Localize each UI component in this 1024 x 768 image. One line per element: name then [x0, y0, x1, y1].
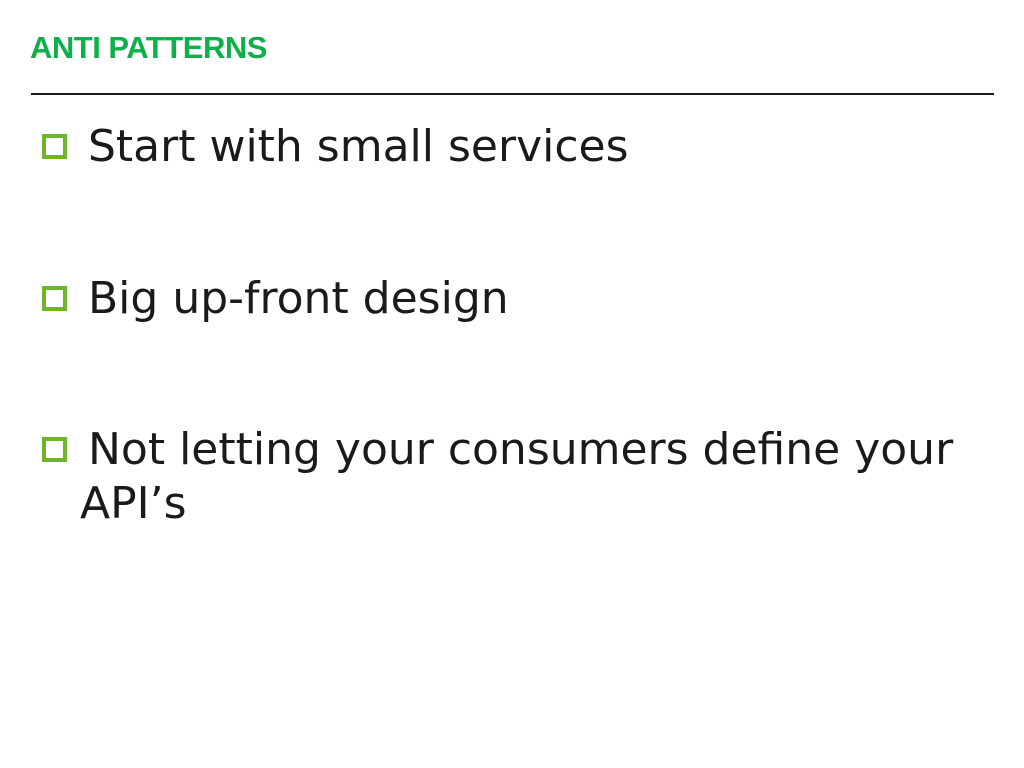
checkbox-icon	[42, 437, 67, 462]
bullet-text: Big up-front design	[88, 273, 509, 324]
checkbox-icon	[42, 286, 67, 311]
title-divider	[31, 93, 994, 95]
checkbox-icon	[42, 134, 67, 159]
slide: ANTI PATTERNS Start with small services …	[0, 0, 1024, 768]
slide-title: ANTI PATTERNS	[30, 30, 267, 65]
bullet-text: Not letting your consumers define your A…	[80, 424, 954, 529]
list-item: Big up-front design	[42, 272, 972, 326]
list-item: Not letting your consumers define your A…	[42, 423, 972, 531]
bullet-text: Start with small services	[88, 121, 629, 172]
list-item: Start with small services	[42, 120, 972, 174]
